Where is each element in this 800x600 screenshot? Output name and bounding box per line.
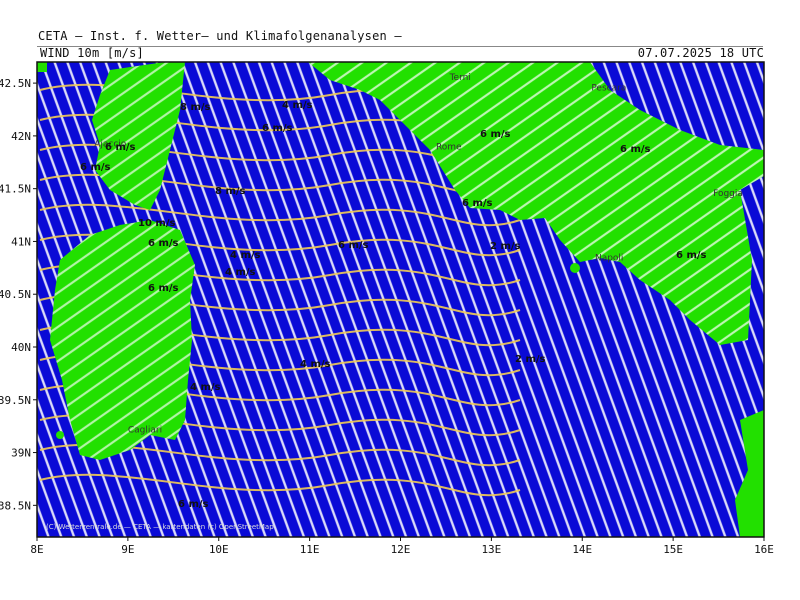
speed-label: 8 m/s: [180, 102, 211, 113]
lat-tick-label: 39N: [11, 447, 31, 460]
speed-label: 4 m/s: [190, 382, 221, 393]
speed-label: 6 m/s: [480, 129, 511, 140]
speed-label: 6 m/s: [676, 250, 707, 261]
city-label: Pescara: [591, 83, 626, 93]
map-footer: (C) Wetterzentrale.de — CETA — kartendat…: [46, 523, 274, 531]
lat-tick-label: 41N: [11, 235, 31, 248]
speed-label: 6 m/s: [80, 162, 111, 173]
speed-label: 8 m/s: [215, 186, 246, 197]
wind-map: 8E 9E 10E 11E 12E 13E 14E 15E 16E 42.5N42N41.5N4…: [0, 61, 774, 556]
lon-tick-label: 9E: [121, 543, 134, 556]
lat-tick-label: 40N: [11, 341, 31, 354]
island-san-pietro: [56, 431, 64, 439]
island-ischia: [570, 263, 580, 273]
speed-label: 2 m/s: [490, 241, 521, 252]
speed-label: 4 m/s: [225, 267, 256, 278]
speed-label: 10 m/s: [138, 218, 175, 229]
sardinia-texture: [50, 220, 195, 460]
lon-tick-label: 13E: [481, 543, 501, 556]
speed-label: 6 m/s: [178, 499, 209, 510]
lon-tick-label: 11E: [300, 543, 320, 556]
city-label: Rome: [436, 142, 462, 152]
lat-tick-label: 42.5N: [0, 77, 31, 90]
speed-label: 6 m/s: [462, 198, 493, 209]
speed-label: 4 m/s: [282, 100, 313, 111]
latitude-axis: 42.5N 42N 41.5N 41N 40.5N 40N 39.5N 39N 38.5N: [0, 77, 37, 512]
lon-tick-label: 8E: [30, 543, 43, 556]
speed-label: 6 m/s: [338, 240, 369, 251]
lat-tick-label: 39.5N: [0, 394, 31, 407]
speed-label: 6 m/s: [620, 144, 651, 155]
speed-label: 6 m/s: [262, 123, 293, 134]
city-label: Foggia: [713, 189, 743, 199]
lon-tick-label: 16E: [754, 543, 774, 556]
lat-tick-label: 42N: [11, 130, 31, 143]
lat-tick-label: 40.5N: [0, 288, 31, 301]
lat-tick-label: 41.5N: [0, 183, 31, 196]
city-label: Terni: [449, 73, 471, 83]
speed-label: 6 m/s: [105, 142, 136, 153]
speed-label: 4 m/s: [230, 250, 261, 261]
longitude-axis: 8E 9E 10E 11E 12E 13E 14E 15E 16E: [30, 537, 774, 556]
lon-tick-label: 15E: [663, 543, 683, 556]
speed-label: 4 m/s: [300, 359, 331, 370]
speed-label: 6 m/s: [148, 238, 179, 249]
speed-label: 6 m/s: [148, 283, 179, 294]
map-canvas: [37, 62, 764, 537]
lat-tick-label: 38.5N: [0, 499, 31, 512]
lon-tick-label: 14E: [572, 543, 592, 556]
lon-tick-label: 12E: [391, 543, 411, 556]
city-label: Napoli: [595, 253, 623, 263]
city-label: Cagliari: [128, 425, 162, 435]
island-elba: [37, 62, 47, 72]
lon-tick-label: 10E: [209, 543, 229, 556]
speed-label: 2 m/s: [515, 354, 546, 365]
